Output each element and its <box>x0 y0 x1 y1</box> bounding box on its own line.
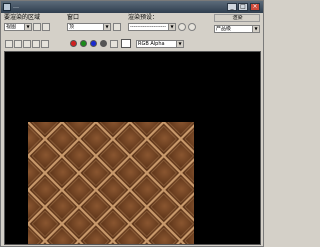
channel-display-dropdown[interactable]: RGB Alpha ▼ <box>136 40 184 48</box>
tile-pattern-fill <box>28 122 194 244</box>
blue-channel-toggle[interactable] <box>90 40 97 47</box>
app-icon <box>3 3 11 11</box>
render-preset-label: 渲染预设： <box>128 14 159 21</box>
print-image-icon[interactable] <box>32 40 40 48</box>
render-preset-value: -------------------- <box>130 24 167 30</box>
window-title: … <box>13 3 19 10</box>
area-to-render-dropdown[interactable]: 视图 ▼ <box>4 23 32 31</box>
background-color-swatch[interactable] <box>121 39 131 48</box>
monochrome-icon[interactable] <box>110 40 118 48</box>
minimize-button[interactable]: _ <box>227 3 237 11</box>
lock-viewport-icon[interactable] <box>113 23 121 31</box>
edit-region-icon[interactable] <box>33 23 41 31</box>
maximize-button[interactable]: □ <box>238 3 248 11</box>
chevron-down-icon: ▼ <box>176 41 183 47</box>
render-level-value: 产品级 <box>216 26 232 32</box>
green-channel-toggle[interactable] <box>80 40 87 47</box>
viewport-panel: 窗口 顶 ▼ <box>67 14 123 36</box>
title-bar[interactable]: … _ □ × <box>1 1 263 13</box>
chevron-down-icon: ▼ <box>168 24 175 30</box>
area-to-render-panel: 要渲染的区域 视图 ▼ <box>4 14 66 36</box>
render-level-panel: 渲染 产品级 ▼ <box>214 14 262 36</box>
image-toolbar: RGB Alpha ▼ <box>3 38 263 50</box>
chevron-down-icon: ▼ <box>252 26 259 32</box>
area-to-render-value: 视图 <box>6 24 17 30</box>
chevron-down-icon: ▼ <box>24 24 31 30</box>
auto-region-icon[interactable] <box>42 23 50 31</box>
render-button[interactable]: 渲染 <box>214 14 260 22</box>
channel-display-value: RGB Alpha <box>138 41 165 47</box>
copy-image-icon[interactable] <box>14 40 22 48</box>
save-image-icon[interactable] <box>5 40 13 48</box>
render-viewport[interactable] <box>4 51 261 245</box>
viewport-label: 窗口 <box>67 14 80 21</box>
viewport-value: 顶 <box>69 24 75 30</box>
alpha-channel-toggle[interactable] <box>100 40 107 47</box>
render-setup-icon[interactable] <box>178 23 186 31</box>
clone-frame-icon[interactable] <box>23 40 31 48</box>
rendered-tile-image <box>28 122 194 244</box>
render-preset-dropdown[interactable]: -------------------- ▼ <box>128 23 176 31</box>
environment-icon[interactable] <box>188 23 196 31</box>
red-channel-toggle[interactable] <box>70 40 77 47</box>
close-button[interactable]: × <box>250 3 260 11</box>
area-to-render-label: 要渲染的区域 <box>4 14 41 21</box>
clear-image-icon[interactable] <box>41 40 49 48</box>
chevron-down-icon: ▼ <box>103 24 110 30</box>
render-level-dropdown[interactable]: 产品级 ▼ <box>214 25 260 33</box>
viewport-dropdown[interactable]: 顶 ▼ <box>67 23 111 31</box>
tile-texture-svg <box>28 122 194 244</box>
render-preset-panel: 渲染预设： -------------------- ▼ <box>128 14 198 36</box>
render-frame-window: … _ □ × 要渲染的区域 视图 ▼ 窗口 顶 ▼ 渲染预设： -------… <box>0 0 264 247</box>
